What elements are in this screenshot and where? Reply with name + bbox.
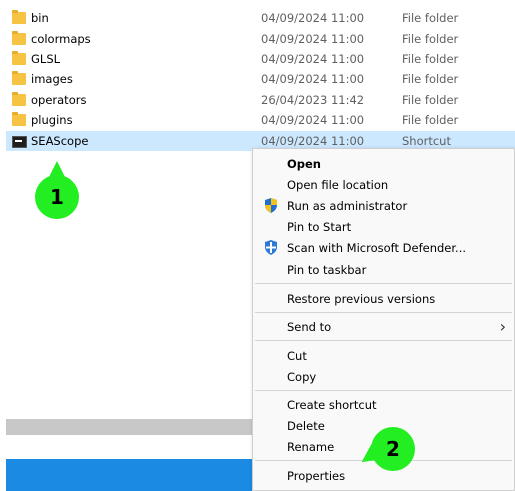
uac-shield-icon [265, 198, 277, 213]
menu-separator [255, 340, 512, 341]
file-type: File folder [402, 52, 459, 66]
menu-label: Send to [287, 320, 332, 334]
file-name: bin [31, 11, 49, 25]
file-date: 04/09/2024 11:00 [261, 11, 365, 25]
folder-icon [12, 10, 26, 24]
menu-label: Pin to taskbar [287, 263, 367, 277]
file-row-glsl[interactable]: GLSL 04/09/2024 11:00 File folder [6, 49, 515, 69]
menu-label: Delete [287, 419, 325, 433]
menu-separator [255, 283, 512, 284]
menu-item-open[interactable]: Open [253, 153, 514, 174]
menu-item-send-to[interactable]: Send to › [253, 316, 514, 337]
step-1-number: 1 [50, 185, 64, 209]
file-type: File folder [402, 72, 459, 86]
menu-label: Copy [287, 370, 317, 384]
file-row-colormaps[interactable]: colormaps 04/09/2024 11:00 File folder [6, 29, 515, 49]
menu-label: Pin to Start [287, 220, 352, 234]
file-date: 04/09/2024 11:00 [261, 72, 365, 86]
defender-icon [265, 240, 277, 255]
menu-item-pin-to-start[interactable]: Pin to Start [253, 216, 514, 237]
menu-label: Open file location [287, 178, 389, 192]
folder-icon [12, 51, 26, 65]
shortcut-icon [12, 136, 27, 148]
file-name: operators [31, 93, 87, 107]
horizontal-scrollbar[interactable] [6, 419, 256, 435]
file-date: 04/09/2024 11:00 [261, 134, 365, 148]
file-name: GLSL [31, 52, 61, 66]
file-row-operators[interactable]: operators 26/04/2023 11:42 File folder [6, 90, 515, 110]
file-name: SEAScope [31, 134, 89, 148]
menu-item-pin-to-taskbar[interactable]: Pin to taskbar [253, 259, 514, 280]
menu-label: Create shortcut [287, 398, 377, 412]
folder-icon [12, 71, 26, 85]
folder-icon [12, 112, 26, 126]
menu-item-open-file-location[interactable]: Open file location [253, 174, 514, 195]
menu-label: Scan with Microsoft Defender... [287, 241, 467, 255]
file-type: File folder [402, 11, 459, 25]
file-row-images[interactable]: images 04/09/2024 11:00 File folder [6, 69, 515, 89]
menu-separator [255, 390, 512, 391]
file-row-plugins[interactable]: plugins 04/09/2024 11:00 File folder [6, 110, 515, 130]
menu-label: Properties [287, 469, 346, 483]
menu-label: Restore previous versions [287, 292, 436, 306]
file-date: 04/09/2024 11:00 [261, 113, 365, 127]
menu-label: Rename [287, 440, 335, 454]
menu-item-scan-defender[interactable]: Scan with Microsoft Defender... [253, 237, 514, 258]
file-type: File folder [402, 32, 459, 46]
menu-item-run-as-admin[interactable]: Run as administrator [253, 195, 514, 216]
menu-label: Cut [287, 349, 307, 363]
menu-item-create-shortcut[interactable]: Create shortcut [253, 394, 514, 415]
file-type: Shortcut [402, 134, 451, 148]
folder-icon [12, 92, 26, 106]
file-name: plugins [31, 113, 73, 127]
step-2-number: 2 [386, 437, 400, 461]
menu-item-restore-previous[interactable]: Restore previous versions [253, 288, 514, 309]
step-2-badge: 2 [371, 427, 415, 471]
menu-label: Run as administrator [287, 199, 408, 213]
file-date: 04/09/2024 11:00 [261, 52, 365, 66]
file-date: 04/09/2024 11:00 [261, 32, 365, 46]
file-row-bin[interactable]: bin 04/09/2024 11:00 File folder [6, 8, 515, 28]
file-type: File folder [402, 113, 459, 127]
file-name: images [31, 72, 73, 86]
file-type: File folder [402, 93, 459, 107]
file-name: colormaps [31, 32, 91, 46]
folder-icon [12, 31, 26, 45]
menu-item-cut[interactable]: Cut [253, 345, 514, 366]
chevron-right-icon: › [499, 317, 506, 336]
menu-item-copy[interactable]: Copy [253, 366, 514, 387]
taskbar [6, 459, 256, 491]
menu-label: Open [287, 157, 321, 171]
step-1-badge: 1 [35, 161, 79, 219]
file-date: 26/04/2023 11:42 [261, 93, 365, 107]
menu-separator [255, 312, 512, 313]
